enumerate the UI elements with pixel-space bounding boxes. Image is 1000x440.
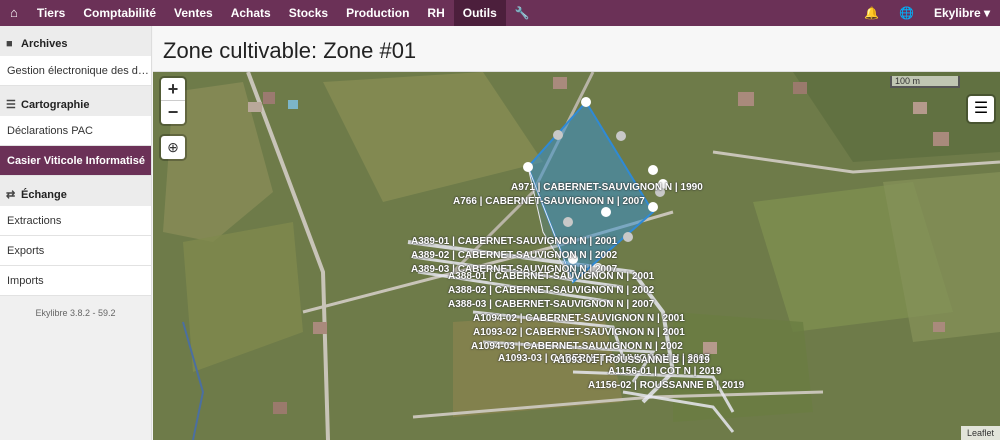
scale-bar: 100 m: [890, 76, 960, 88]
zoom-in-button[interactable]: +: [161, 78, 185, 101]
page-title: Zone cultivable: Zone #01: [153, 26, 1000, 72]
sidebar-item-ged[interactable]: Gestion électronique des docu...: [0, 56, 151, 86]
parcel-label[interactable]: A1156-02 | ROUSSANNE B | 2019: [588, 380, 744, 391]
sidebar-item-exports[interactable]: Exports: [0, 236, 151, 266]
version-label: Ekylibre 3.8.2 - 59.2: [35, 308, 116, 318]
zoom-control: + −: [161, 78, 185, 124]
map-view[interactable]: A971 | CABERNET-SAUVIGNON N | 1990 A766 …: [153, 72, 1000, 440]
sidebar-item-pac[interactable]: Déclarations PAC: [0, 116, 151, 146]
menu-outils[interactable]: Outils: [453, 0, 506, 26]
parcel-label[interactable]: A1094-02 | CABERNET-SAUVIGNON N | 2001: [473, 313, 685, 324]
home-icon[interactable]: ⌂: [0, 0, 28, 26]
parcel-label[interactable]: A389-02 | CABERNET-SAUVIGNON N | 2002: [411, 250, 617, 261]
parcel-label[interactable]: A1093-01 | ROUSSANNE B | 2019: [553, 355, 710, 366]
parcel-label[interactable]: A388-03 | CABERNET-SAUVIGNON N | 2007: [448, 299, 654, 310]
sidebar-section-archives: ■ Archives: [0, 26, 151, 56]
sidebar-section-cartographie: ☰ Cartographie: [0, 86, 151, 116]
menu-achats[interactable]: Achats: [222, 0, 280, 26]
parcel-label[interactable]: A1094-03 | CABERNET-SAUVIGNON N | 2002: [471, 341, 683, 352]
exchange-icon: ⇄: [6, 189, 16, 201]
wrench-icon[interactable]: 🔧: [506, 0, 539, 26]
locate-icon[interactable]: ⊕: [161, 136, 185, 159]
bell-icon[interactable]: 🔔: [854, 0, 889, 26]
map-attribution[interactable]: Leaflet: [960, 426, 1000, 440]
zoom-out-button[interactable]: −: [161, 101, 185, 124]
parcel-label[interactable]: A388-02 | CABERNET-SAUVIGNON N | 2002: [448, 285, 654, 296]
sidebar-item-extractions[interactable]: Extractions: [0, 206, 151, 236]
top-navbar: ⌂ Tiers Comptabilité Ventes Achats Stock…: [0, 0, 1000, 26]
parcel-label[interactable]: A766 | CABERNET-SAUVIGNON N | 2007: [453, 196, 645, 207]
layers-icon[interactable]: ☰: [968, 96, 994, 122]
menu-tiers[interactable]: Tiers: [28, 0, 74, 26]
sidebar-section-echange: ⇄ Échange: [0, 176, 151, 206]
sidebar: ■ Archives Gestion électronique des docu.…: [0, 26, 152, 440]
globe-icon[interactable]: 🌐: [889, 0, 924, 26]
parcel-label[interactable]: A389-01 | CABERNET-SAUVIGNON N | 2001: [411, 236, 617, 247]
menu-stocks[interactable]: Stocks: [280, 0, 337, 26]
parcel-label[interactable]: A388-01 | CABERNET-SAUVIGNON N | 2001: [448, 271, 654, 282]
menu-ventes[interactable]: Ventes: [165, 0, 222, 26]
menu-comptabilite[interactable]: Comptabilité: [74, 0, 165, 26]
user-menu[interactable]: Ekylibre ▾: [924, 0, 1000, 26]
archive-icon: ■: [6, 38, 13, 50]
menu-production[interactable]: Production: [337, 0, 418, 26]
sidebar-item-imports[interactable]: Imports: [0, 266, 151, 296]
layers-icon: ☰: [6, 99, 16, 111]
sidebar-item-cvi[interactable]: Casier Viticole Informatisé: [0, 146, 151, 176]
main-content: Zone cultivable: Zone #01 A971 | CABERNE…: [153, 26, 1000, 440]
parcel-label[interactable]: A1156-01 | COT N | 2019: [608, 366, 721, 377]
user-name: Ekylibre: [933, 6, 981, 20]
menu-rh[interactable]: RH: [418, 0, 453, 26]
parcel-label[interactable]: A1093-02 | CABERNET-SAUVIGNON N | 2001: [473, 327, 685, 338]
parcel-label[interactable]: A971 | CABERNET-SAUVIGNON N | 1990: [511, 182, 703, 193]
